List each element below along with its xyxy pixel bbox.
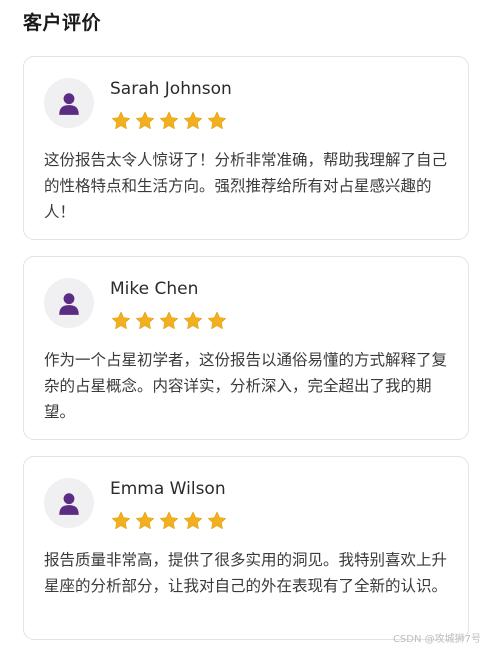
user-icon [59, 93, 79, 115]
star-icon [207, 511, 227, 529]
reviewer-name: Mike Chen [110, 279, 199, 299]
star-rating [110, 110, 228, 132]
watermark: CSDN @攻城狮7号 [392, 634, 481, 645]
star-icon [135, 511, 155, 529]
star-icon [111, 111, 131, 129]
star-icon [183, 311, 203, 329]
reviewer-name: Sarah Johnson [110, 79, 232, 99]
star-rating [110, 310, 228, 332]
avatar [44, 78, 94, 128]
page-title: 客户评价 [23, 12, 102, 34]
star-icon [183, 511, 203, 529]
star-icon [111, 511, 131, 529]
star-icon [207, 111, 227, 129]
star-icon [135, 111, 155, 129]
star-icon [183, 111, 203, 129]
review-text: 作为一个占星初学者，这份报告以通俗易懂的方式解释了复杂的占星概念。内容详实，分析… [44, 351, 448, 421]
avatar [44, 278, 94, 328]
star-icon [111, 311, 131, 329]
avatar [44, 478, 94, 528]
user-icon [59, 293, 79, 315]
star-icon [159, 111, 179, 129]
review-text: 这份报告太令人惊讶了！分析非常准确，帮助我理解了自己的性格特点和生活方向。强烈推… [44, 151, 448, 221]
star-icon [159, 311, 179, 329]
user-icon [59, 493, 79, 515]
review-card: Sarah Johnson 这份报告太令人惊讶了！分析非常准确，帮助我理解了自己… [23, 56, 469, 240]
star-icon [159, 511, 179, 529]
review-text: 报告质量非常高，提供了很多实用的洞见。我特别喜欢上升星座的分析部分，让我对自己的… [44, 551, 448, 595]
star-icon [207, 311, 227, 329]
star-rating [110, 510, 228, 532]
reviewer-name: Emma Wilson [110, 479, 226, 499]
star-icon [135, 311, 155, 329]
review-card: Mike Chen 作为一个占星初学者，这份报告以通俗易懂的方式解释了复杂的占星… [23, 256, 469, 440]
review-card: Emma Wilson 报告质量非常高，提供了很多实用的洞见。我特别喜欢上升星座… [23, 456, 469, 640]
